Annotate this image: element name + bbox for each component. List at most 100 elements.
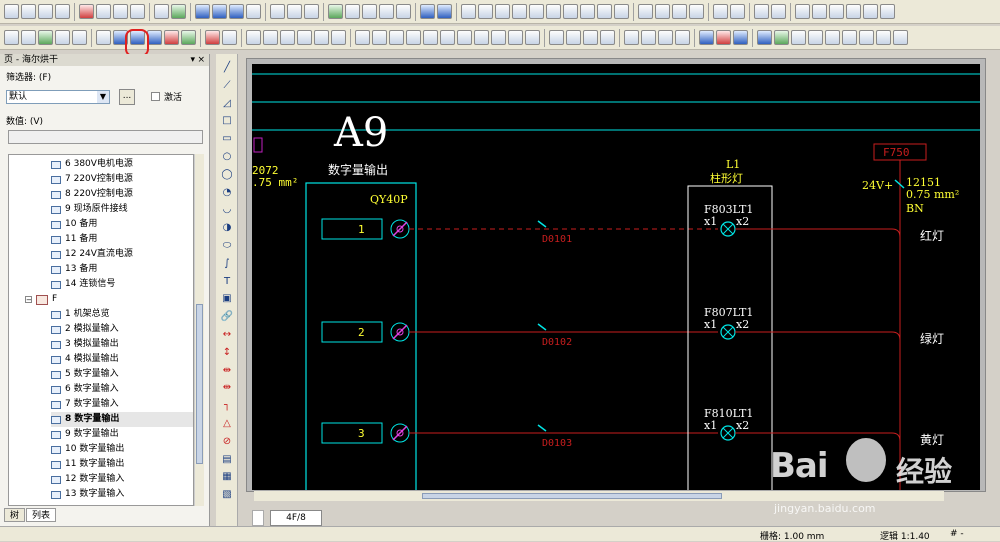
tb1-button-40[interactable] xyxy=(614,4,629,19)
tb2-button-38[interactable] xyxy=(600,30,615,45)
tb1-button-45[interactable] xyxy=(689,4,704,19)
tb2-button-10[interactable] xyxy=(164,30,179,45)
tb1-button-29[interactable] xyxy=(437,4,452,19)
panel-close-icon[interactable]: × xyxy=(197,54,205,66)
canvas-hscrollbar-thumb[interactable] xyxy=(422,493,722,499)
tb1-button-24[interactable] xyxy=(362,4,377,19)
draw-tool-24-icon[interactable]: ▧ xyxy=(220,489,234,501)
tb2-button-16[interactable] xyxy=(246,30,261,45)
tb1-button-23[interactable] xyxy=(345,4,360,19)
draw-tool-23-icon[interactable]: ▦ xyxy=(220,471,234,483)
tb2-button-41[interactable] xyxy=(641,30,656,45)
tb2-button-3[interactable] xyxy=(55,30,70,45)
tb1-button-56[interactable] xyxy=(846,4,861,19)
panel-pin-icon[interactable]: ▾ xyxy=(190,54,195,66)
draw-tool-2-icon[interactable]: ◿ xyxy=(220,98,234,110)
tree-page-item[interactable]: 9 现场原件接线 xyxy=(51,202,193,217)
draw-tool-4-icon[interactable]: ▭ xyxy=(220,133,234,145)
sheet-tab[interactable]: 4F/8 xyxy=(270,510,322,526)
tb1-button-55[interactable] xyxy=(829,4,844,19)
tb1-button-47[interactable] xyxy=(713,4,728,19)
tb1-button-32[interactable] xyxy=(478,4,493,19)
tb2-button-31[interactable] xyxy=(491,30,506,45)
tb2-button-6[interactable] xyxy=(96,30,111,45)
tb1-button-28[interactable] xyxy=(420,4,435,19)
tb1-button-54[interactable] xyxy=(812,4,827,19)
tree-page-item[interactable]: 5 数字量输入 xyxy=(51,367,193,382)
draw-tool-19-icon[interactable]: ┐ xyxy=(220,400,234,412)
tb1-button-26[interactable] xyxy=(396,4,411,19)
tree-page-item[interactable]: 12 24V直流电源 xyxy=(51,247,193,262)
tb2-button-21[interactable] xyxy=(331,30,346,45)
tree-page-item[interactable]: 13 备用 xyxy=(51,262,193,277)
tb2-button-0[interactable] xyxy=(4,30,19,45)
tb1-button-31[interactable] xyxy=(461,4,476,19)
filter-browse-button[interactable]: ... xyxy=(119,89,135,105)
tb2-button-25[interactable] xyxy=(389,30,404,45)
tree-group-f[interactable]: − F xyxy=(25,292,57,307)
tb2-button-55[interactable] xyxy=(859,30,874,45)
tb1-button-34[interactable] xyxy=(512,4,527,19)
draw-tool-16-icon[interactable]: ↕ xyxy=(220,347,234,359)
tb2-button-13[interactable] xyxy=(205,30,220,45)
tb1-button-25[interactable] xyxy=(379,4,394,19)
tb2-button-51[interactable] xyxy=(791,30,806,45)
tb2-button-47[interactable] xyxy=(733,30,748,45)
tree-scrollbar-thumb[interactable] xyxy=(196,304,203,464)
tb1-button-51[interactable] xyxy=(771,4,786,19)
draw-tool-0-icon[interactable]: ╱ xyxy=(220,62,234,74)
tb1-button-2[interactable] xyxy=(38,4,53,19)
tb2-button-2[interactable] xyxy=(38,30,53,45)
tb1-button-37[interactable] xyxy=(563,4,578,19)
tb2-button-28[interactable] xyxy=(440,30,455,45)
tb1-button-36[interactable] xyxy=(546,4,561,19)
tb2-button-56[interactable] xyxy=(876,30,891,45)
tree-page-item[interactable]: 7 220V控制电源 xyxy=(51,172,193,187)
tb2-button-30[interactable] xyxy=(474,30,489,45)
tb1-button-14[interactable] xyxy=(212,4,227,19)
tb2-button-1[interactable] xyxy=(21,30,36,45)
tb1-button-20[interactable] xyxy=(304,4,319,19)
tb2-button-32[interactable] xyxy=(508,30,523,45)
tree-page-item[interactable]: 14 连锁信号 xyxy=(51,277,193,292)
tb2-button-23[interactable] xyxy=(355,30,370,45)
tree-page-item[interactable]: 3 模拟量输出 xyxy=(51,337,193,352)
tb1-button-58[interactable] xyxy=(880,4,895,19)
tb1-button-42[interactable] xyxy=(638,4,653,19)
tb2-button-17[interactable] xyxy=(263,30,278,45)
tab-tree[interactable]: 树 xyxy=(4,508,26,522)
tree-page-item[interactable]: 9 数字量输出 xyxy=(51,427,193,442)
tree-page-item[interactable]: 7 数字量输入 xyxy=(51,397,193,412)
tb1-button-39[interactable] xyxy=(597,4,612,19)
tb1-button-50[interactable] xyxy=(754,4,769,19)
tb1-button-0[interactable] xyxy=(4,4,19,19)
tb2-button-9[interactable] xyxy=(147,30,162,45)
tree-page-item[interactable]: 1 机架总览 xyxy=(51,307,193,322)
tree-page-item[interactable]: 13 数字量输入 xyxy=(51,487,193,502)
tree-page-item[interactable]: 4 模拟量输出 xyxy=(51,352,193,367)
tb1-button-44[interactable] xyxy=(672,4,687,19)
tree-page-item[interactable]: 6 380V电机电源 xyxy=(51,157,193,172)
tb2-button-57[interactable] xyxy=(893,30,908,45)
tree-scrollbar[interactable] xyxy=(194,154,204,506)
tb2-button-29[interactable] xyxy=(457,30,472,45)
draw-tool-7-icon[interactable]: ◔ xyxy=(220,187,234,199)
tb1-button-22[interactable] xyxy=(328,4,343,19)
tb1-button-35[interactable] xyxy=(529,4,544,19)
tb2-button-37[interactable] xyxy=(583,30,598,45)
tb1-button-15[interactable] xyxy=(229,4,244,19)
tree-page-item[interactable]: 10 数字量输出 xyxy=(51,442,193,457)
tree-page-item[interactable]: 8 220V控制电源 xyxy=(51,187,193,202)
draw-tool-8-icon[interactable]: ◡ xyxy=(220,204,234,216)
draw-tool-12-icon[interactable]: T xyxy=(220,276,234,288)
tb2-button-46[interactable] xyxy=(716,30,731,45)
tb2-button-53[interactable] xyxy=(825,30,840,45)
tb2-button-50[interactable] xyxy=(774,30,789,45)
tb1-button-3[interactable] xyxy=(55,4,70,19)
value-input[interactable] xyxy=(8,130,203,144)
tree-page-item[interactable]: 11 备用 xyxy=(51,232,193,247)
draw-tool-14-icon[interactable]: 🔗 xyxy=(220,311,234,323)
tb1-button-5[interactable] xyxy=(79,4,94,19)
draw-tool-21-icon[interactable]: ⊘ xyxy=(220,436,234,448)
tb2-button-24[interactable] xyxy=(372,30,387,45)
